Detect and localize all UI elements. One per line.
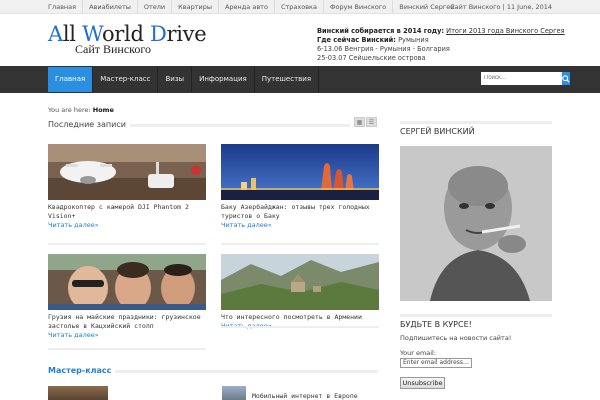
top-link-apartments[interactable]: Квартиры: [171, 0, 218, 14]
top-link-hotels[interactable]: Отели: [136, 0, 171, 14]
email-label: Your email:: [400, 349, 437, 357]
post-thumbnail-armenia[interactable]: [221, 254, 379, 310]
logo-initial-a: A: [48, 22, 63, 46]
view-toggle: ▦ ☰: [354, 117, 377, 127]
subscribe-widget-title: БУДЬТЕ В КУРСЕ!: [400, 320, 472, 329]
site-date: Сайт Винского | 11 June, 2014: [450, 3, 552, 11]
email-field[interactable]: Enter email address...: [400, 358, 472, 368]
latest-posts-title: Последние записи: [48, 120, 130, 130]
header-info: Винский собирается в 2014 году: Итоги 20…: [317, 27, 565, 63]
search-input[interactable]: [481, 72, 562, 85]
master-class-post-title[interactable]: Мобильный интернет в Европе: [252, 392, 358, 400]
post-thumbnail-drone[interactable]: [48, 144, 206, 200]
master-class-post-thumbnail[interactable]: [222, 386, 246, 400]
master-class-title[interactable]: Мастер-класс: [48, 366, 116, 376]
nav-item-info[interactable]: Информация: [192, 67, 255, 92]
top-link-home[interactable]: Главная: [48, 0, 82, 14]
logo-initial-d: D: [149, 22, 167, 46]
search-icon: [562, 74, 570, 83]
post-separator: [48, 348, 206, 350]
subscribe-widget-header: БУДЬТЕ В КУРСЕ!: [400, 314, 552, 332]
logo-text-3: rive: [166, 22, 207, 46]
subscribe-text: Подпишитесь на новости сайта!: [400, 334, 512, 342]
latest-posts-header: Последние записи: [48, 120, 378, 130]
post-title[interactable]: Квадрокоптер с камерой DJI Phantom 2 Vis…: [48, 203, 206, 221]
plans-link[interactable]: Итоги 2013 года Винского Сергея: [446, 27, 564, 35]
post-title[interactable]: Баку Азербайджан: отзывы трех голодных т…: [221, 203, 379, 221]
post-title[interactable]: Грузия на майские праздники: грузинское …: [48, 313, 206, 331]
logo-subtitle: Сайт Винского: [75, 42, 152, 56]
post-separator: [221, 243, 379, 245]
author-widget-title: СЕРГЕЙ ВИНСКИЙ: [400, 127, 475, 136]
read-more-link[interactable]: Читать далее»: [221, 221, 379, 230]
search-box: [481, 72, 570, 85]
author-photo: [400, 146, 552, 301]
top-link-car-rental[interactable]: Аренда авто: [217, 0, 274, 14]
grid-view-icon[interactable]: ▦: [354, 117, 365, 127]
post-separator: [48, 243, 206, 245]
post-card: Баку Азербайджан: отзывы трех голодных т…: [221, 144, 379, 230]
post-separator: [221, 326, 379, 328]
trip-line-1: 6-13.06 Венгрия - Румыния - Болгария: [317, 45, 450, 53]
breadcrumb: You are here: Home: [48, 106, 114, 114]
nav-item-visas[interactable]: Визы: [158, 67, 193, 92]
top-link-insurance[interactable]: Страховка: [273, 0, 323, 14]
top-bar: Главная Авиабилеты Отели Квартиры Аренда…: [0, 0, 600, 14]
read-more-link[interactable]: Читать далее»: [48, 221, 206, 230]
post-thumbnail-georgia[interactable]: [48, 254, 206, 310]
location-label: Где сейчас Винский:: [317, 36, 396, 44]
breadcrumb-current[interactable]: Home: [93, 106, 114, 114]
nav-item-home[interactable]: Главная: [48, 67, 94, 92]
top-link-flights[interactable]: Авиабилеты: [82, 0, 137, 14]
post-card: Грузия на майские праздники: грузинское …: [48, 254, 206, 340]
master-class-header: Мастер-класс: [48, 366, 378, 376]
post-thumbnail-baku[interactable]: [221, 144, 379, 200]
unsubscribe-button[interactable]: Unsubscribe: [400, 377, 445, 389]
nav-item-travel[interactable]: Путешествия: [255, 67, 320, 92]
author-widget-header: СЕРГЕЙ ВИНСКИЙ: [400, 121, 552, 139]
list-view-icon[interactable]: ☰: [366, 117, 377, 127]
widget-divider: [400, 314, 552, 317]
read-more-link[interactable]: Читать далее»: [48, 331, 206, 340]
plans-label: Винский собирается в 2014 году:: [317, 27, 445, 35]
post-card: Что интересного посмотреть в Армении Чит…: [221, 254, 379, 331]
widget-divider: [400, 121, 552, 124]
master-class-thumbnail[interactable]: [48, 386, 108, 400]
nav-item-master-class[interactable]: Мастер-класс: [93, 67, 159, 92]
trip-line-2: 25-03.07 Сейшельские острова: [317, 54, 426, 62]
post-title[interactable]: Что интересного посмотреть в Армении: [221, 313, 379, 322]
top-link-forum[interactable]: Форум Винского: [322, 0, 392, 14]
breadcrumb-prefix: You are here:: [48, 106, 91, 114]
post-card: Квадрокоптер с камерой DJI Phantom 2 Vis…: [48, 144, 206, 230]
search-button[interactable]: [562, 72, 570, 85]
location-value: Румыния: [398, 36, 429, 44]
top-nav: Главная Авиабилеты Отели Квартиры Аренда…: [48, 0, 461, 14]
